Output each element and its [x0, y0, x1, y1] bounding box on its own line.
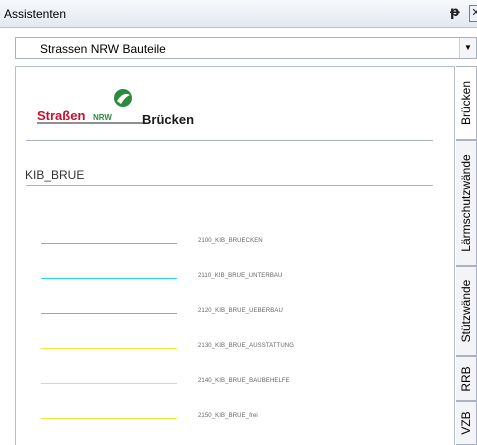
chevron-down-icon[interactable]: ▼ — [459, 38, 476, 58]
layer-label: 2100_KIB_BRUECKEN — [198, 238, 263, 244]
layer-label: 2110_KIB_BRUE_UNTERBAU — [198, 273, 283, 279]
close-icon[interactable]: ✕ — [469, 5, 477, 22]
layer-label: 2130_KIB_BRUE_AUSSTATTUNG — [198, 343, 294, 349]
layer-row[interactable]: 2110_KIB_BRUE_UNTERBAU — [16, 272, 436, 284]
tab-laermschutzwaende[interactable]: Lärmschutzwände — [456, 140, 477, 266]
layer-label: 2140_KIB_BRUE_BAUBEHELFE — [198, 378, 290, 384]
layer-group-heading: KIB_BRUE — [25, 168, 85, 182]
tab-label: VZB — [459, 411, 473, 435]
layer-line-sample — [41, 313, 177, 314]
tab-stuetzwaende[interactable]: Stützwände — [456, 266, 477, 356]
tab-label: RRB — [459, 365, 473, 392]
tab-label: Lärmschutzwände — [459, 154, 473, 252]
layer-line-sample — [41, 348, 177, 349]
catalog-dropdown[interactable]: Strassen NRW Bauteile ▼ — [15, 37, 477, 59]
layer-row[interactable]: 2100_KIB_BRUECKEN — [16, 237, 436, 249]
pin-icon[interactable]: ᵽ — [450, 6, 460, 20]
layer-row[interactable]: 2140_KIB_BRUE_BAUBEHELFE — [16, 377, 436, 389]
layer-row[interactable]: 2130_KIB_BRUE_AUSSTATTUNG — [16, 342, 436, 354]
layer-line-sample — [41, 278, 177, 279]
layer-line-sample — [41, 243, 177, 244]
tab-rrb[interactable]: RRB — [456, 356, 477, 401]
layer-label: 2150_KIB_BRUE_frei — [198, 413, 258, 419]
tab-label: Stützwände — [459, 279, 473, 343]
tab-vzb[interactable]: VZB — [456, 401, 477, 445]
window-title: Assistenten — [4, 7, 67, 21]
layer-line-sample — [41, 418, 177, 419]
tab-label: Brücken — [459, 80, 473, 126]
dropdown-selected-value: Strassen NRW Bauteile — [40, 42, 166, 56]
logo-text-main: Straßen — [37, 108, 85, 123]
section-title: Brücken — [142, 112, 195, 127]
strassen-nrw-logo: Straßen NRW — [37, 89, 147, 124]
divider — [26, 185, 433, 186]
layer-label: 2120_KIB_BRUE_UEBERBAU — [198, 308, 283, 314]
layer-row[interactable]: 2150_KIB_BRUE_frei — [16, 412, 436, 424]
tab-bruecken[interactable]: Brücken — [456, 66, 477, 140]
layer-row[interactable]: 2120_KIB_BRUE_UEBERBAU — [16, 307, 436, 319]
logo-text-suffix: NRW — [93, 113, 112, 122]
layer-line-sample — [41, 383, 177, 384]
content-panel: Straßen NRW Brücken KIB_BRUE 2100_KIB_BR… — [15, 66, 455, 445]
divider — [26, 140, 433, 141]
title-bar: Assistenten ᵽ ✕ — [0, 0, 477, 28]
